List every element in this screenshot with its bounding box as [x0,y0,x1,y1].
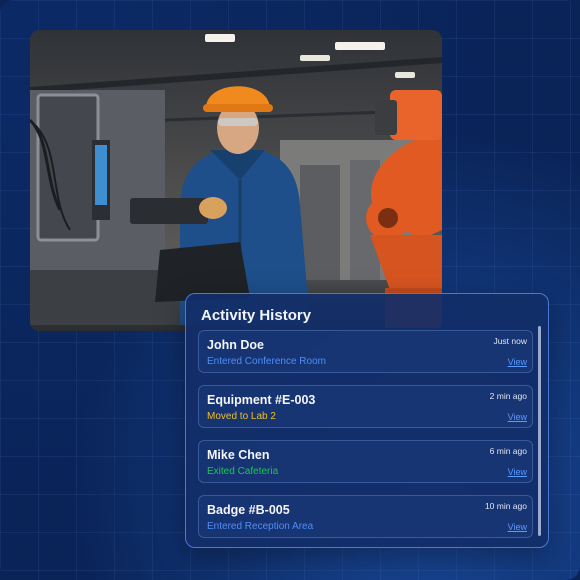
panel-title: Activity History [201,307,312,324]
activity-status: Exited Cafeteria [207,466,279,477]
activity-time: Just now [493,336,527,346]
activity-time: 6 min ago [489,446,527,456]
activity-status: Moved to Lab 2 [207,411,276,422]
activity-name: Equipment #E-003 [207,393,316,407]
activity-status: Entered Reception Area [207,521,314,532]
scrollbar[interactable] [538,326,541,536]
activity-name: Mike Chen [207,448,270,462]
activity-item[interactable]: Mike Chen 6 min ago Exited Cafeteria Vie… [198,440,533,483]
activity-time: 2 min ago [489,391,527,401]
view-link[interactable]: View [508,412,527,422]
view-link[interactable]: View [508,357,527,367]
activity-status: Entered Conference Room [207,356,326,367]
factory-worker-photo [30,30,442,331]
activity-item[interactable]: Badge #B-005 10 min ago Entered Receptio… [198,495,533,538]
activity-name: John Doe [207,338,264,352]
activity-history-panel: Activity History John Doe Just now Enter… [185,293,549,548]
activity-item[interactable]: Equipment #E-003 2 min ago Moved to Lab … [198,385,533,428]
activity-name: Badge #B-005 [207,503,290,517]
view-link[interactable]: View [508,522,527,532]
activity-item[interactable]: John Doe Just now Entered Conference Roo… [198,330,533,373]
activity-time: 10 min ago [484,501,527,511]
view-link[interactable]: View [508,467,527,477]
